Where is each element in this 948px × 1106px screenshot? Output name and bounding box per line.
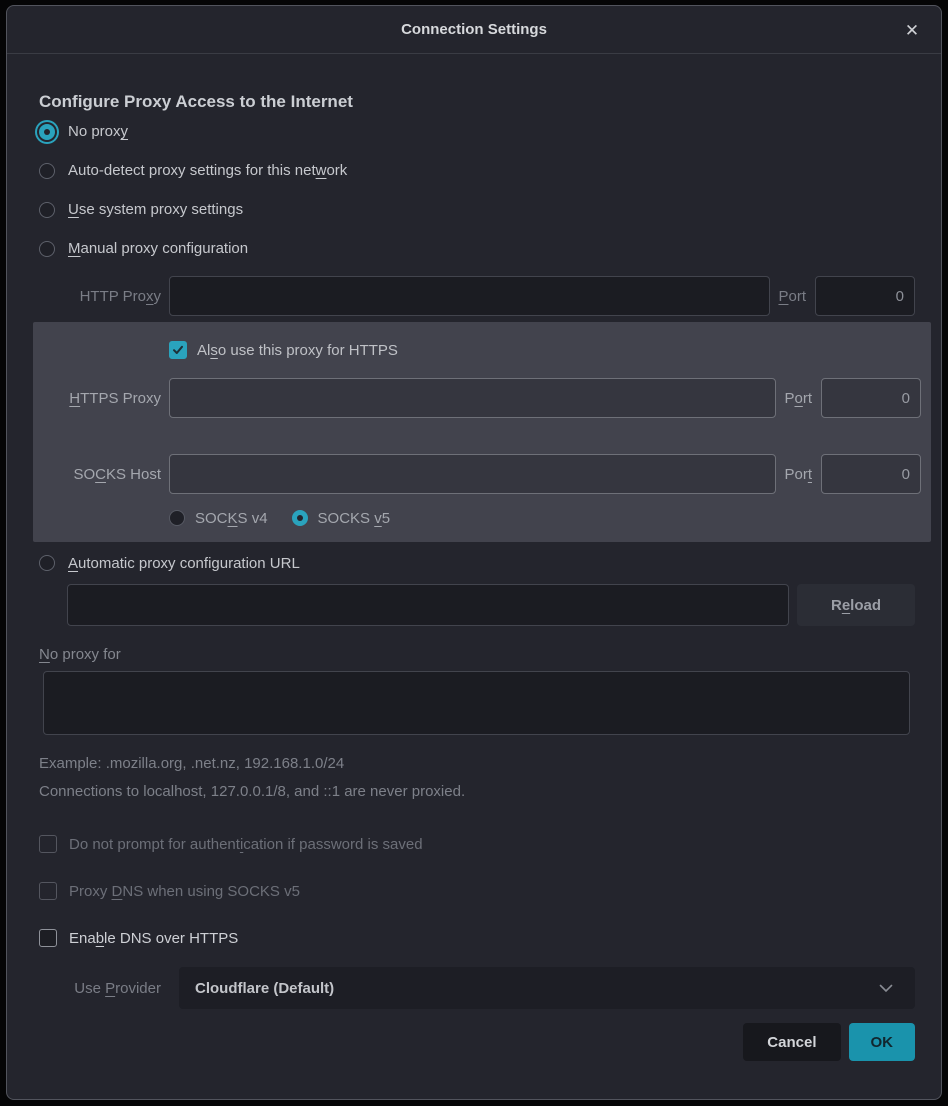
https-proxy-input[interactable] <box>169 378 776 418</box>
dialog-titlebar: Connection Settings ✕ <box>7 6 941 54</box>
radio-system-proxy-label: Use system proxy settings <box>68 201 243 218</box>
http-proxy-input[interactable] <box>169 276 770 316</box>
radio-socks-v4-label: SOCKS v4 <box>195 510 268 527</box>
https-port-input[interactable] <box>821 378 921 418</box>
page-title: Configure Proxy Access to the Internet <box>39 92 915 112</box>
option-proxy-dns-socks5[interactable]: Proxy DNS when using SOCKS v5 <box>39 878 915 904</box>
no-proxy-for-textarea[interactable] <box>43 671 910 735</box>
share-proxy-checkbox[interactable] <box>169 341 187 359</box>
reload-button[interactable]: Reload <box>797 584 915 626</box>
radio-autoproxy-control[interactable] <box>39 555 55 571</box>
http-proxy-label: HTTP Proxy <box>39 288 169 305</box>
socks-host-label: SOCKS Host <box>39 466 169 483</box>
radio-auto-detect[interactable]: Auto-detect proxy settings for this netw… <box>39 151 915 190</box>
doh-provider-value: Cloudflare (Default) <box>195 980 879 997</box>
option-enable-doh[interactable]: Enable DNS over HTTPS <box>39 925 915 951</box>
https-socks-highlight-section: Also use this proxy for HTTPS HTTPS Prox… <box>33 322 931 542</box>
chevron-down-icon <box>879 984 893 993</box>
cancel-button[interactable]: Cancel <box>743 1023 840 1061</box>
radio-auto-detect-label: Auto-detect proxy settings for this netw… <box>68 162 347 179</box>
radio-socks-v5-label: SOCKS v5 <box>318 510 391 527</box>
radio-manual-proxy-label: Manual proxy configuration <box>68 240 248 257</box>
https-proxy-label: HTTPS Proxy <box>39 390 169 407</box>
socks-port-label: Port <box>784 466 812 483</box>
radio-autoproxy-label: Automatic proxy configuration URL <box>68 555 300 572</box>
close-icon[interactable]: ✕ <box>899 18 925 44</box>
dialog-title: Connection Settings <box>401 21 547 38</box>
http-port-label: Port <box>778 288 806 305</box>
no-prompt-auth-checkbox[interactable] <box>39 835 57 853</box>
connection-settings-dialog: Connection Settings ✕ Configure Proxy Ac… <box>6 5 942 1100</box>
socks-host-input[interactable] <box>169 454 776 494</box>
radio-auto-detect-control[interactable] <box>39 163 55 179</box>
no-proxy-example-text: Example: .mozilla.org, .net.nz, 192.168.… <box>39 755 915 772</box>
ok-button[interactable]: OK <box>849 1023 916 1061</box>
radio-no-proxy-control[interactable] <box>39 124 55 140</box>
http-port-input[interactable] <box>815 276 915 316</box>
radio-no-proxy[interactable]: No proxy <box>39 112 915 151</box>
checkmark-icon <box>172 344 184 356</box>
doh-provider-select[interactable]: Cloudflare (Default) <box>179 967 915 1009</box>
radio-manual-proxy-control[interactable] <box>39 241 55 257</box>
option-no-prompt-auth[interactable]: Do not prompt for authentication if pass… <box>39 831 915 857</box>
radio-manual-proxy[interactable]: Manual proxy configuration <box>39 229 915 268</box>
radio-socks-v4[interactable] <box>169 510 185 526</box>
autoproxy-url-input[interactable] <box>67 584 789 626</box>
radio-system-proxy[interactable]: Use system proxy settings <box>39 190 915 229</box>
radio-system-proxy-control[interactable] <box>39 202 55 218</box>
enable-doh-label: Enable DNS over HTTPS <box>69 930 238 947</box>
enable-doh-checkbox[interactable] <box>39 929 57 947</box>
localhost-note-text: Connections to localhost, 127.0.0.1/8, a… <box>39 783 915 800</box>
radio-autoproxy-url[interactable]: Automatic proxy configuration URL <box>39 548 915 578</box>
socks-port-input[interactable] <box>821 454 921 494</box>
proxy-dns-checkbox[interactable] <box>39 882 57 900</box>
no-proxy-for-label: No proxy for <box>39 646 915 663</box>
radio-no-proxy-label: No proxy <box>68 123 128 140</box>
radio-socks-v5[interactable] <box>292 510 308 526</box>
share-proxy-label: Also use this proxy for HTTPS <box>197 342 398 359</box>
https-port-label: Port <box>784 390 812 407</box>
no-prompt-auth-label: Do not prompt for authentication if pass… <box>69 836 423 853</box>
share-proxy-checkbox-row[interactable]: Also use this proxy for HTTPS <box>169 336 921 364</box>
proxy-dns-label: Proxy DNS when using SOCKS v5 <box>69 883 300 900</box>
use-provider-label: Use Provider <box>39 980 169 997</box>
